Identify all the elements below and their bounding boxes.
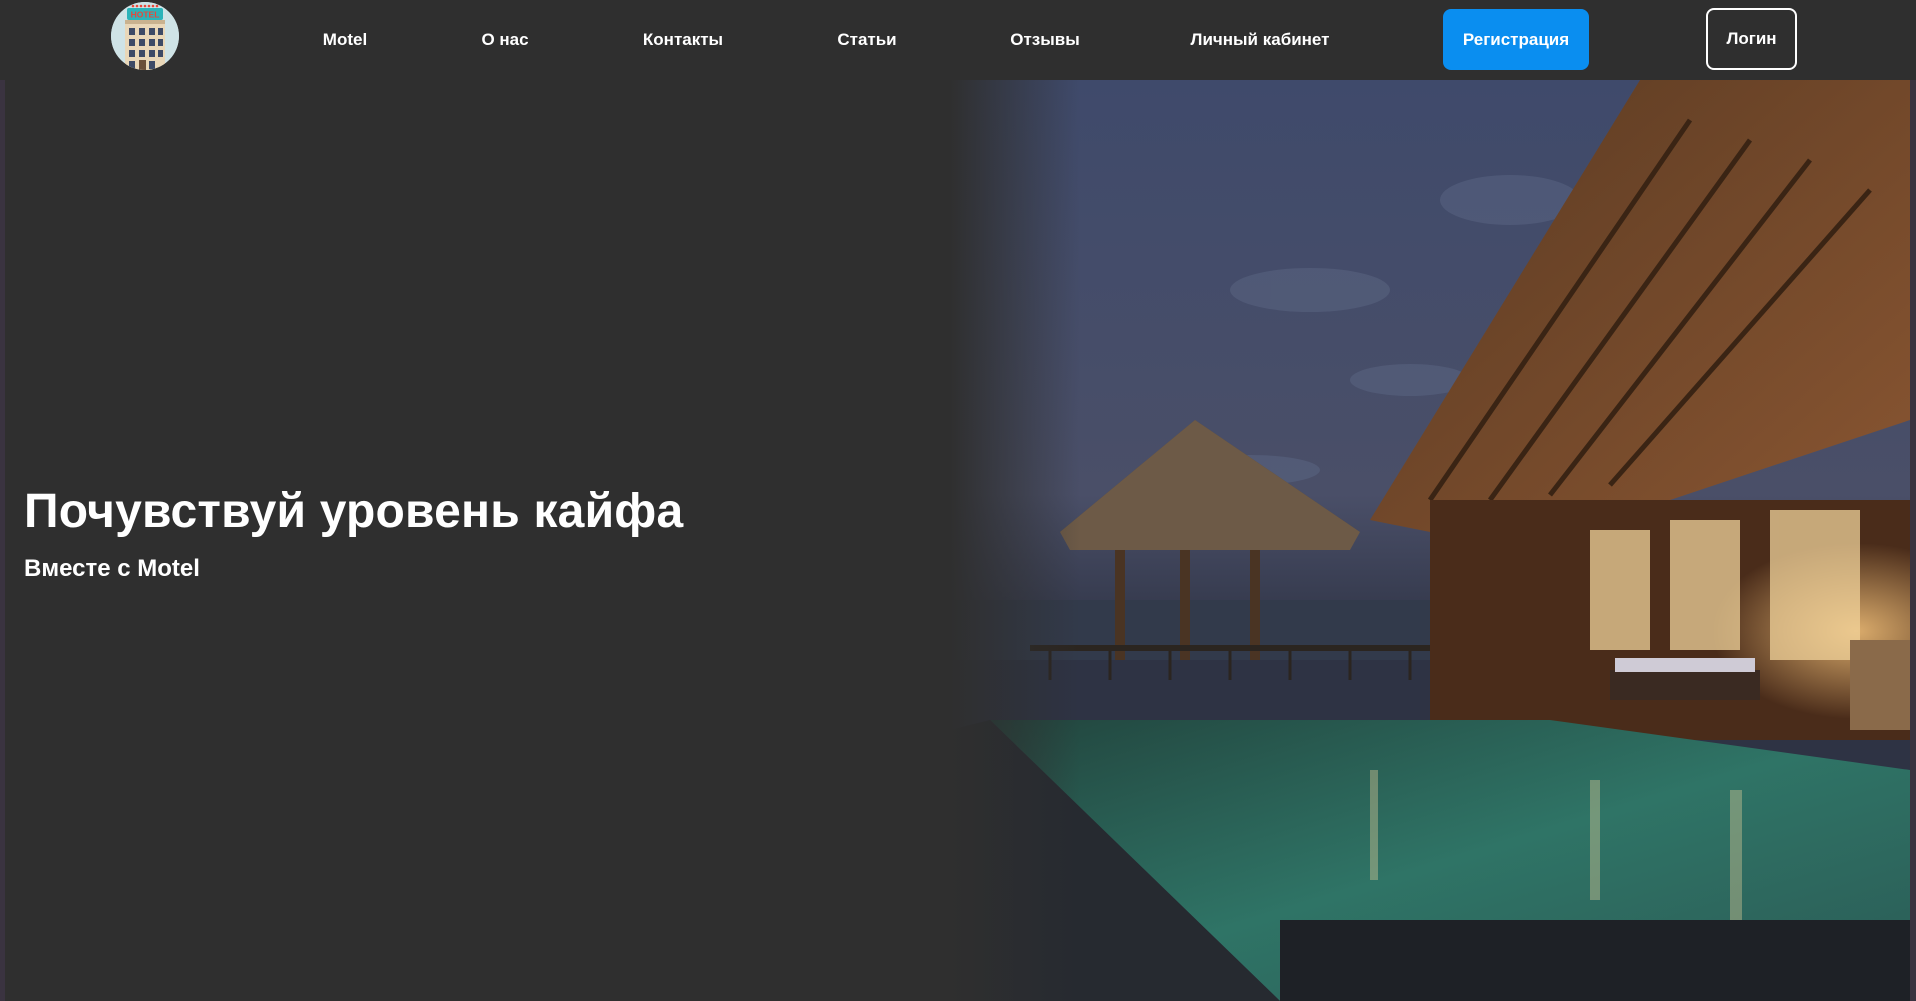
hero-title: Почувствуй уровень кайфа xyxy=(24,485,684,538)
window-edge-left xyxy=(0,0,5,1001)
register-button[interactable]: Регистрация xyxy=(1443,9,1589,70)
nav-about[interactable]: О нас xyxy=(481,0,528,80)
hero-subtitle: Вместе с Motel xyxy=(24,555,200,582)
site-header: HOTEL Motel О нас Контакты Статьи Отзывы… xyxy=(0,0,1916,80)
hotel-logo-icon[interactable]: HOTEL xyxy=(111,2,179,70)
nav-motel[interactable]: Motel xyxy=(323,0,367,80)
nav-account[interactable]: Личный кабинет xyxy=(1191,0,1330,80)
nav-reviews[interactable]: Отзывы xyxy=(1010,0,1080,80)
login-button[interactable]: Логин xyxy=(1706,8,1797,70)
nav-articles[interactable]: Статьи xyxy=(837,0,896,80)
nav-contacts[interactable]: Контакты xyxy=(643,0,723,80)
logo-sign-text: HOTEL xyxy=(131,10,160,20)
hero-image xyxy=(950,80,1910,1001)
window-edge-right xyxy=(1910,0,1916,1001)
hero-image-fade xyxy=(950,80,1080,1001)
